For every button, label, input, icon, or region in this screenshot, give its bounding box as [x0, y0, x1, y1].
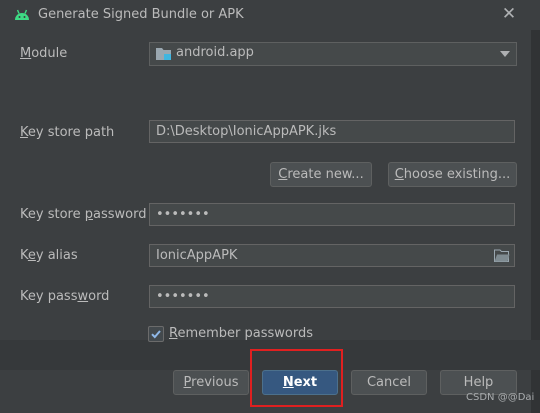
- key-store-path-label: Key store path: [20, 125, 115, 140]
- watermark: CSDN @@Dai: [466, 392, 535, 403]
- module-value: android.app: [176, 45, 254, 60]
- checkmark-icon: [151, 330, 161, 339]
- folder-icon[interactable]: [494, 249, 510, 262]
- choose-existing-button[interactable]: Choose existing...: [388, 162, 517, 187]
- close-icon[interactable]: ✕: [500, 5, 518, 23]
- chevron-down-icon[interactable]: [500, 51, 510, 57]
- key-alias-label: Key alias: [20, 248, 78, 263]
- key-store-path-field[interactable]: D:\Desktop\IonicAppAPK.jks: [149, 120, 515, 143]
- key-password-label: Key password: [20, 289, 110, 304]
- module-folder-icon: [156, 48, 171, 60]
- remember-passwords-label[interactable]: Remember passwords: [169, 326, 313, 341]
- remember-passwords-checkbox[interactable]: [148, 326, 164, 342]
- title-bar: Generate Signed Bundle or APK ✕: [0, 0, 540, 30]
- module-label: Module: [20, 46, 68, 61]
- module-dropdown[interactable]: android.app: [149, 42, 517, 66]
- key-password-field[interactable]: •••••••: [149, 285, 515, 308]
- window-title: Generate Signed Bundle or APK: [38, 7, 244, 22]
- key-alias-field[interactable]: IonicAppAPK: [149, 244, 515, 267]
- key-store-password-label: Key store password: [20, 207, 147, 222]
- android-icon: [15, 9, 29, 20]
- create-new-button[interactable]: Create new...: [270, 162, 372, 187]
- key-store-password-field[interactable]: •••••••: [149, 203, 515, 226]
- previous-button[interactable]: Previous: [173, 370, 249, 395]
- next-highlight-box: [250, 349, 343, 407]
- cancel-button[interactable]: Cancel: [351, 370, 427, 395]
